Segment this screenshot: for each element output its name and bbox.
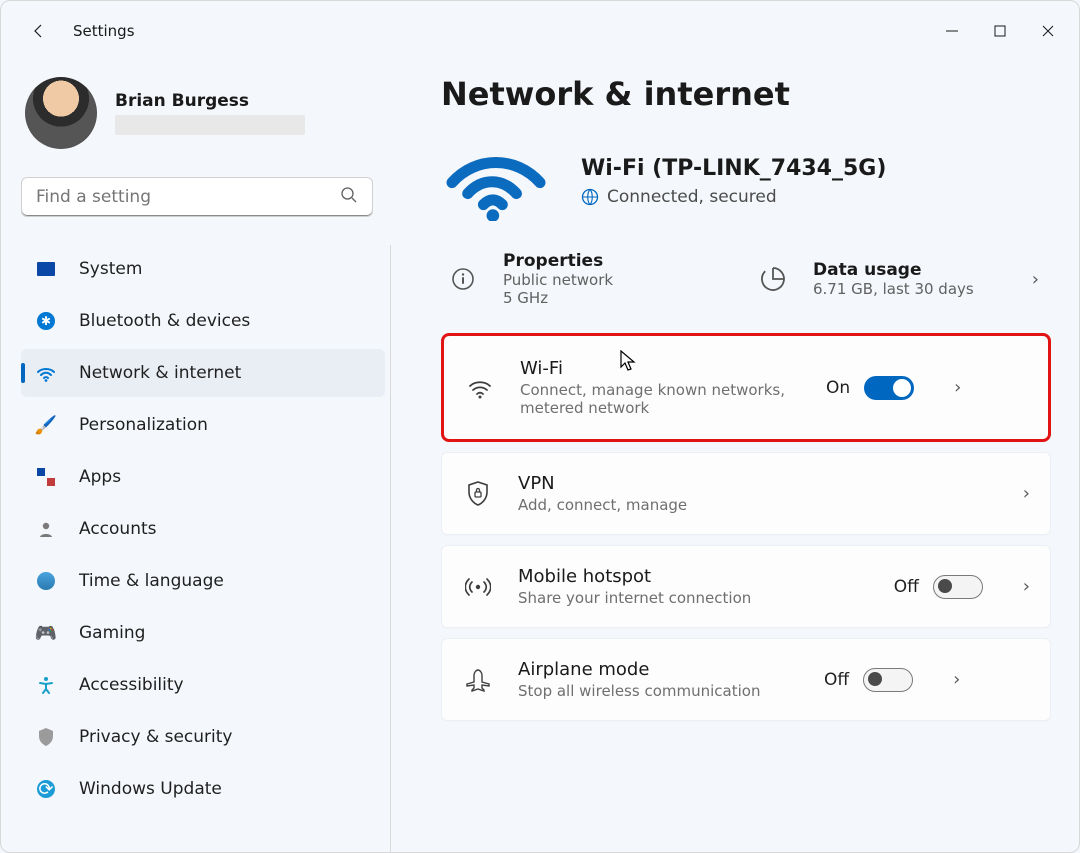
airplane-mode-card[interactable]: Airplane mode Stop all wireless communic… <box>441 638 1051 721</box>
window-close-button[interactable] <box>1025 11 1071 51</box>
sidebar-item-label: Gaming <box>79 623 145 643</box>
chevron-right-icon: › <box>953 669 960 690</box>
airplane-toggle[interactable] <box>863 668 913 692</box>
sidebar-item-label: Time & language <box>79 571 224 591</box>
sidebar-item-bluetooth[interactable]: ✱ Bluetooth & devices <box>21 297 385 345</box>
sidebar-item-label: Bluetooth & devices <box>79 311 250 331</box>
window-minimize-button[interactable] <box>929 11 975 51</box>
vpn-card-title: VPN <box>518 473 997 494</box>
chevron-right-icon: › <box>1023 483 1030 504</box>
hotspot-toggle-label: Off <box>894 577 919 597</box>
sidebar-item-label: Personalization <box>79 415 208 435</box>
globe-icon <box>581 188 599 206</box>
nav: System ✱ Bluetooth & devices Network & i… <box>21 245 391 852</box>
sidebar-item-system[interactable]: System <box>21 245 385 293</box>
wifi-icon <box>466 374 494 402</box>
data-usage-card[interactable]: Data usage 6.71 GB, last 30 days › <box>751 249 1051 309</box>
chevron-right-icon: › <box>954 377 961 398</box>
data-usage-title: Data usage <box>813 260 1014 280</box>
person-icon <box>35 518 57 540</box>
page-title: Network & internet <box>441 75 1051 113</box>
sidebar-item-gaming[interactable]: 🎮 Gaming <box>21 609 385 657</box>
wifi-toggle[interactable] <box>864 376 914 400</box>
airplane-toggle-label: Off <box>824 670 849 690</box>
properties-card[interactable]: Properties Public network 5 GHz <box>441 249 741 309</box>
refresh-icon: ⟳ <box>35 778 57 800</box>
wifi-toggle-label: On <box>826 378 850 398</box>
info-icon <box>441 257 485 301</box>
hotspot-icon <box>464 573 492 601</box>
mobile-hotspot-card[interactable]: Mobile hotspot Share your internet conne… <box>441 545 1051 628</box>
search-icon <box>340 186 358 209</box>
chevron-right-icon: › <box>1032 269 1039 290</box>
shield-icon <box>35 726 57 748</box>
sidebar: Brian Burgess System ✱ Bluetooth <box>1 61 397 852</box>
accessibility-icon <box>35 674 57 696</box>
vpn-shield-icon <box>464 480 492 508</box>
sidebar-item-accessibility[interactable]: Accessibility <box>21 661 385 709</box>
paintbrush-icon: 🖌️ <box>35 414 57 436</box>
sidebar-item-network[interactable]: Network & internet <box>21 349 385 397</box>
profile-name: Brian Burgess <box>115 91 305 111</box>
sidebar-item-label: System <box>79 259 142 279</box>
properties-title: Properties <box>503 251 613 271</box>
wifi-card-sub: Connect, manage known networks, metered … <box>520 381 800 417</box>
sidebar-item-label: Apps <box>79 467 121 487</box>
sidebar-item-label: Accessibility <box>79 675 184 695</box>
hotspot-card-sub: Share your internet connection <box>518 589 868 607</box>
sidebar-item-privacy[interactable]: Privacy & security <box>21 713 385 761</box>
avatar <box>25 77 97 149</box>
wifi-card-title: Wi-Fi <box>520 358 800 379</box>
hotspot-card-title: Mobile hotspot <box>518 566 868 587</box>
search-input[interactable] <box>36 187 340 207</box>
sidebar-item-label: Windows Update <box>79 779 222 799</box>
settings-window: Settings Brian Burgess <box>0 0 1080 853</box>
vpn-settings-card[interactable]: VPN Add, connect, manage › <box>441 452 1051 535</box>
data-usage-line1: 6.71 GB, last 30 days <box>813 280 1014 298</box>
back-button[interactable] <box>25 17 53 45</box>
search-box[interactable] <box>21 177 373 217</box>
window-maximize-button[interactable] <box>977 11 1023 51</box>
profile[interactable]: Brian Burgess <box>21 77 391 149</box>
airplane-card-sub: Stop all wireless communication <box>518 682 798 700</box>
properties-line2: 5 GHz <box>503 289 613 307</box>
globe-clock-icon <box>35 570 57 592</box>
sidebar-item-label: Network & internet <box>79 363 241 383</box>
hotspot-toggle[interactable] <box>933 575 983 599</box>
titlebar: Settings <box>1 1 1079 61</box>
airplane-icon <box>464 666 492 694</box>
vpn-card-sub: Add, connect, manage <box>518 496 997 514</box>
sidebar-item-label: Accounts <box>79 519 157 539</box>
wifi-hero-icon <box>441 141 551 221</box>
sidebar-item-apps[interactable]: Apps <box>21 453 385 501</box>
sidebar-item-label: Privacy & security <box>79 727 233 747</box>
airplane-card-title: Airplane mode <box>518 659 798 680</box>
wifi-icon <box>35 362 57 384</box>
app-title: Settings <box>73 22 929 40</box>
sidebar-item-time-language[interactable]: Time & language <box>21 557 385 605</box>
pie-chart-icon <box>751 257 795 301</box>
gamepad-icon: 🎮 <box>35 622 57 644</box>
chevron-right-icon: › <box>1023 576 1030 597</box>
sidebar-item-personalization[interactable]: 🖌️ Personalization <box>21 401 385 449</box>
network-status: Connected, secured <box>607 187 777 207</box>
network-hero: Wi-Fi (TP-LINK_7434_5G) Connected, secur… <box>441 141 1051 221</box>
sidebar-item-windows-update[interactable]: ⟳ Windows Update <box>21 765 385 813</box>
main-content: Network & internet Wi-Fi (TP-LINK_7434_5… <box>397 61 1079 852</box>
wifi-settings-card[interactable]: Wi-Fi Connect, manage known networks, me… <box>441 333 1051 442</box>
sidebar-item-accounts[interactable]: Accounts <box>21 505 385 553</box>
system-icon <box>35 258 57 280</box>
bluetooth-icon: ✱ <box>35 310 57 332</box>
properties-line1: Public network <box>503 271 613 289</box>
network-name: Wi-Fi (TP-LINK_7434_5G) <box>581 156 886 181</box>
apps-icon <box>35 466 57 488</box>
profile-email-redacted <box>115 115 305 135</box>
